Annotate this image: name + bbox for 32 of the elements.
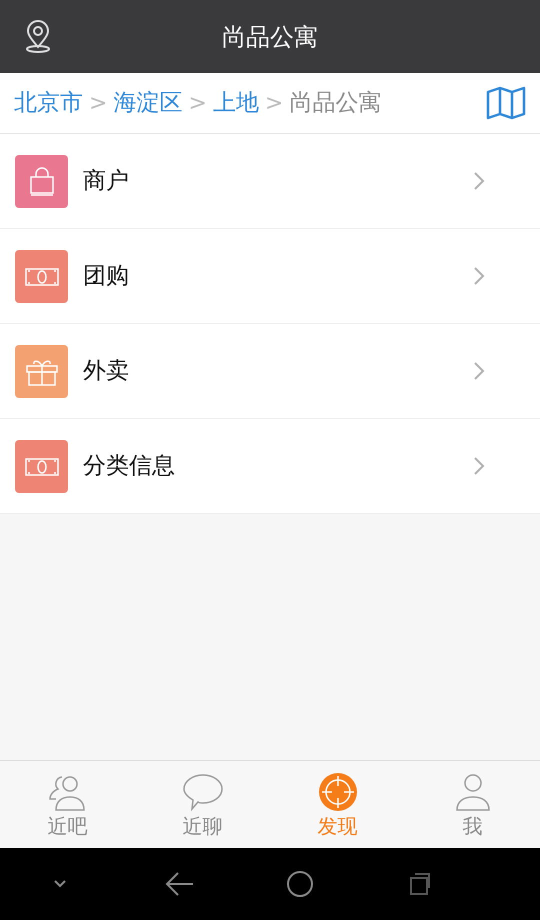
speech-bubble-icon [182,772,224,812]
map-icon[interactable] [486,86,526,120]
menu-label: 外卖 [83,356,130,386]
back-icon[interactable] [165,871,195,897]
breadcrumb-link[interactable]: 海淀区 [113,86,182,120]
breadcrumb-separator: > [89,90,108,118]
breadcrumb-separator: > [188,90,207,118]
breadcrumb-link[interactable]: 北京市 [14,86,83,120]
menu-label: 分类信息 [83,452,176,481]
tab[interactable]: 近吧 [0,761,135,848]
breadcrumb-link[interactable]: 上地 [212,86,259,120]
menu-label: 商户 [83,166,130,196]
chevron-right-icon [473,361,485,381]
menu-item[interactable]: 团购 [0,229,540,324]
breadcrumb-current: 尚品公寓 [289,88,382,118]
chevron-down-icon[interactable] [53,879,67,889]
menu-label: 团购 [83,262,130,291]
tab[interactable]: 我 [405,761,540,848]
home-icon[interactable] [285,869,315,899]
crosshair-icon [318,772,358,812]
menu-item[interactable]: 外卖 [0,324,540,419]
tab[interactable]: 近聊 [135,761,270,848]
breadcrumb-separator: > [264,90,284,118]
location-pin-icon[interactable] [24,20,52,54]
chevron-right-icon [473,456,485,476]
page-title: 尚品公寓 [222,22,318,52]
menu-item[interactable]: 分类信息 [0,419,540,514]
menu-item[interactable]: 商户 [0,134,540,229]
recent-apps-icon[interactable] [409,872,431,896]
chevron-right-icon [473,266,485,286]
chevron-right-icon [473,171,485,191]
tab[interactable]: 发现 [270,761,405,848]
